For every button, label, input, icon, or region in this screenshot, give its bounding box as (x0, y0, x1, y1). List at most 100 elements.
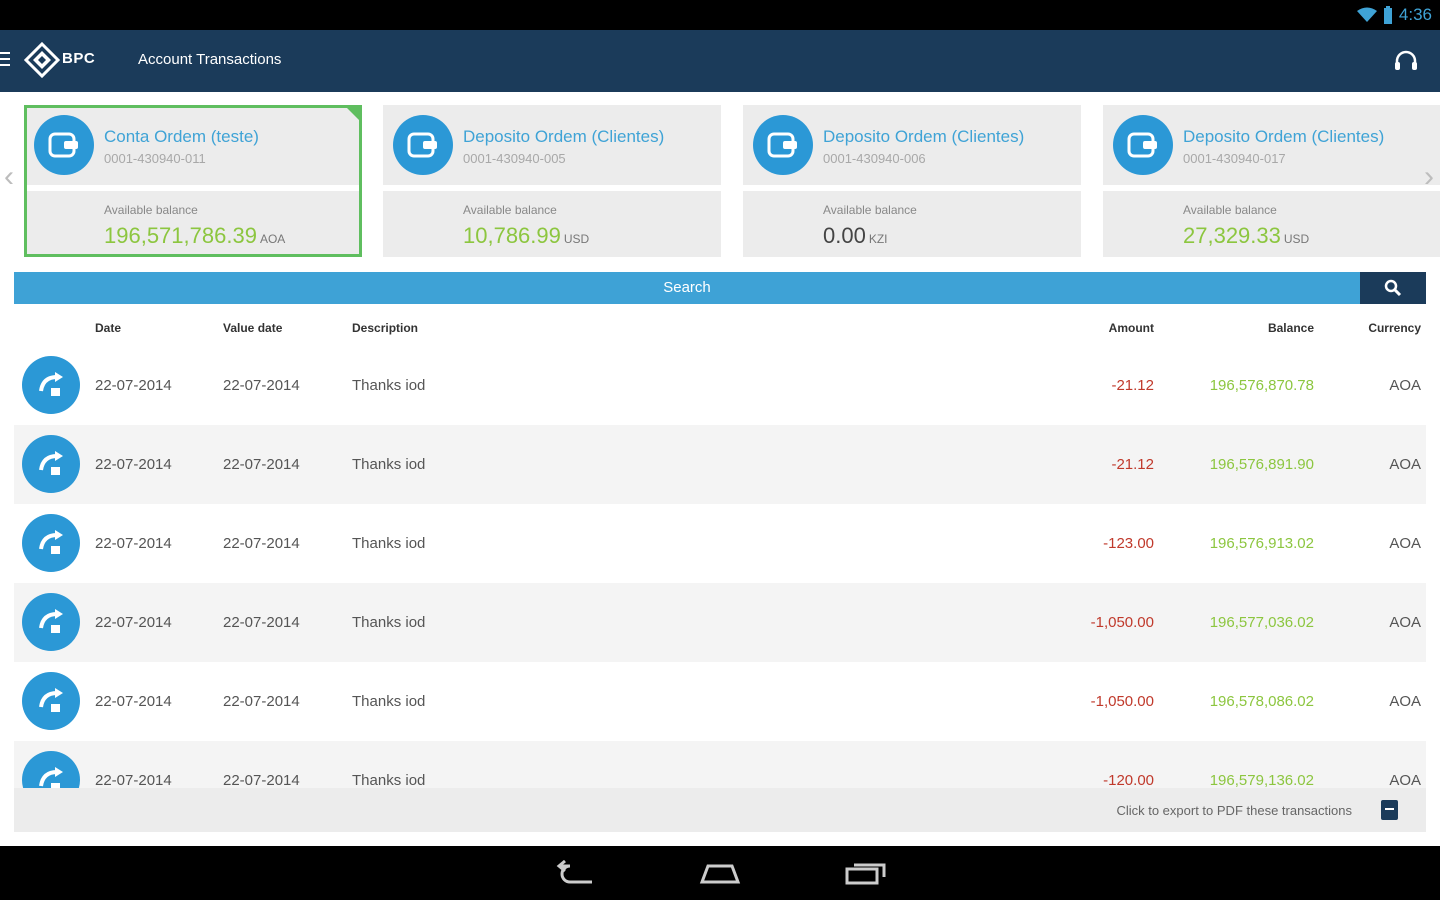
account-card[interactable]: Conta Ordem (teste) 0001-430940-011 Avai… (24, 105, 362, 257)
page-title: Account Transactions (138, 51, 282, 68)
account-name: Deposito Ordem (Clientes) (823, 127, 1025, 146)
cell-value-date: 22-07-2014 (223, 614, 300, 631)
table-header: Date Value date Description Amount Balan… (14, 312, 1426, 342)
available-balance-label: Available balance (823, 203, 917, 217)
table-row[interactable]: 22-07-2014 22-07-2014 Thanks iod -21.12 … (14, 425, 1426, 504)
table-row[interactable]: 22-07-2014 22-07-2014 Thanks iod -21.12 … (14, 346, 1426, 425)
cell-currency: AOA (1389, 535, 1421, 552)
wifi-icon (1356, 7, 1377, 22)
account-card[interactable]: Deposito Ordem (Clientes) 0001-430940-00… (383, 105, 721, 257)
cell-date: 22-07-2014 (95, 693, 172, 710)
header-balance[interactable]: Balance (1268, 321, 1314, 335)
transfer-icon (22, 356, 80, 414)
cell-balance: 196,579,136.02 (1209, 772, 1314, 788)
export-pdf-link[interactable]: Click to export to PDF these transaction… (1116, 803, 1352, 818)
available-balance-label: Available balance (104, 203, 198, 217)
account-card[interactable]: Deposito Ordem (Clientes) 0001-430940-01… (1103, 105, 1440, 257)
transfer-icon (22, 514, 80, 572)
header-description[interactable]: Description (352, 321, 418, 335)
cell-value-date: 22-07-2014 (223, 693, 300, 710)
cell-value-date: 22-07-2014 (223, 377, 300, 394)
pdf-icon[interactable] (1381, 800, 1398, 820)
cell-amount: -21.12 (1111, 456, 1154, 473)
cell-balance: 196,576,913.02 (1209, 535, 1314, 552)
header-value-date[interactable]: Value date (223, 321, 282, 335)
hamburger-icon[interactable] (0, 52, 12, 70)
cell-value-date: 22-07-2014 (223, 772, 300, 788)
cell-currency: AOA (1389, 693, 1421, 710)
transfer-icon (22, 751, 80, 788)
header-currency[interactable]: Currency (1368, 321, 1421, 335)
status-time: 4:36 (1398, 5, 1432, 24)
export-bar: Click to export to PDF these transaction… (14, 788, 1426, 832)
account-name: Deposito Ordem (Clientes) (463, 127, 665, 146)
cell-balance: 196,577,036.02 (1209, 614, 1314, 631)
cell-amount: -21.12 (1111, 377, 1154, 394)
back-icon[interactable] (554, 860, 596, 886)
cell-balance: 196,576,891.90 (1209, 456, 1314, 473)
cell-currency: AOA (1389, 377, 1421, 394)
carousel-prev-icon[interactable]: ‹ (4, 162, 14, 192)
cell-value-date: 22-07-2014 (223, 535, 300, 552)
header-amount[interactable]: Amount (1109, 321, 1154, 335)
cell-balance: 196,578,086.02 (1209, 693, 1314, 710)
cell-description: Thanks iod (352, 693, 426, 710)
account-balance: 10,786.99 USD (463, 223, 590, 248)
available-balance-label: Available balance (1183, 203, 1277, 217)
cell-date: 22-07-2014 (95, 614, 172, 631)
account-number: 0001-430940-011 (104, 151, 206, 166)
wallet-icon (1113, 115, 1173, 175)
table-row[interactable]: 22-07-2014 22-07-2014 Thanks iod -123.00… (14, 504, 1426, 583)
cell-currency: AOA (1389, 614, 1421, 631)
cell-value-date: 22-07-2014 (223, 456, 300, 473)
header-date[interactable]: Date (95, 321, 121, 335)
available-balance-label: Available balance (463, 203, 557, 217)
cell-description: Thanks iod (352, 535, 426, 552)
bpc-logo-icon[interactable] (24, 42, 60, 78)
cell-currency: AOA (1389, 456, 1421, 473)
account-number: 0001-430940-006 (823, 151, 926, 166)
account-name: Conta Ordem (teste) (104, 127, 259, 146)
account-number: 0001-430940-017 (1183, 151, 1286, 166)
cell-currency: AOA (1389, 772, 1421, 788)
cell-date: 22-07-2014 (95, 772, 172, 788)
cell-amount: -1,050.00 (1090, 614, 1154, 631)
table-row[interactable]: 22-07-2014 22-07-2014 Thanks iod -120.00… (14, 741, 1426, 788)
cell-amount: -123.00 (1103, 535, 1154, 552)
cell-description: Thanks iod (352, 772, 426, 788)
transfer-icon (22, 593, 80, 651)
cell-balance: 196,576,870.78 (1209, 377, 1314, 394)
transfer-icon (22, 672, 80, 730)
recents-icon[interactable] (844, 860, 888, 886)
account-balance: 0.00 KZI (823, 223, 888, 248)
account-balance: 27,329.33 USD (1183, 223, 1310, 248)
navigation-bar (0, 846, 1440, 900)
account-balance: 196,571,786.39 AOA (104, 223, 286, 248)
search-input[interactable]: Search (14, 272, 1360, 304)
account-name: Deposito Ordem (Clientes) (1183, 127, 1385, 146)
app-bar: BPC Account Transactions (0, 30, 1440, 92)
account-card[interactable]: Deposito Ordem (Clientes) 0001-430940-00… (743, 105, 1081, 257)
cell-date: 22-07-2014 (95, 377, 172, 394)
cell-date: 22-07-2014 (95, 535, 172, 552)
wallet-icon (34, 115, 94, 175)
table-row[interactable]: 22-07-2014 22-07-2014 Thanks iod -1,050.… (14, 662, 1426, 741)
cell-description: Thanks iod (352, 456, 426, 473)
cell-description: Thanks iod (352, 614, 426, 631)
carousel-next-icon[interactable]: › (1424, 162, 1434, 192)
cell-description: Thanks iod (352, 377, 426, 394)
transfer-icon (22, 435, 80, 493)
wallet-icon (393, 115, 453, 175)
headset-icon[interactable] (1392, 48, 1420, 76)
selected-indicator (344, 105, 362, 123)
table-row[interactable]: 22-07-2014 22-07-2014 Thanks iod -1,050.… (14, 583, 1426, 662)
battery-icon (1383, 6, 1392, 24)
account-number: 0001-430940-005 (463, 151, 566, 166)
wallet-icon (753, 115, 813, 175)
cell-date: 22-07-2014 (95, 456, 172, 473)
home-icon[interactable] (698, 860, 742, 886)
cell-amount: -120.00 (1103, 772, 1154, 788)
search-button[interactable] (1360, 272, 1426, 304)
transaction-list: 22-07-2014 22-07-2014 Thanks iod -21.12 … (14, 346, 1426, 788)
account-carousel: ‹ Conta Ordem (teste) 0001-430940-011 Av… (0, 92, 1440, 268)
